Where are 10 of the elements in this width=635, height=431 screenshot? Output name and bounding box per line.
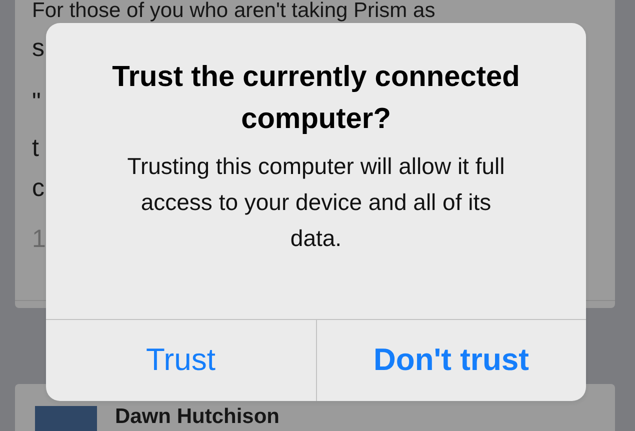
- alert-title: Trust the currently connected computer?: [111, 60, 521, 138]
- post-text-fragment: t: [32, 136, 39, 162]
- post-text: For those of you who aren't taking Prism as: [32, 0, 436, 22]
- dont-trust-button[interactable]: Don't trust: [316, 320, 586, 401]
- post-text-fragment: c: [32, 176, 44, 202]
- alert-message: Trusting this computer will allow it full access to your device and all of its data.: [126, 152, 506, 254]
- author-name: Dawn Hutchison: [115, 406, 280, 430]
- trust-button[interactable]: Trust: [46, 320, 316, 401]
- post-text-fragment: s: [32, 36, 44, 62]
- post-text-fragment: ": [32, 90, 41, 116]
